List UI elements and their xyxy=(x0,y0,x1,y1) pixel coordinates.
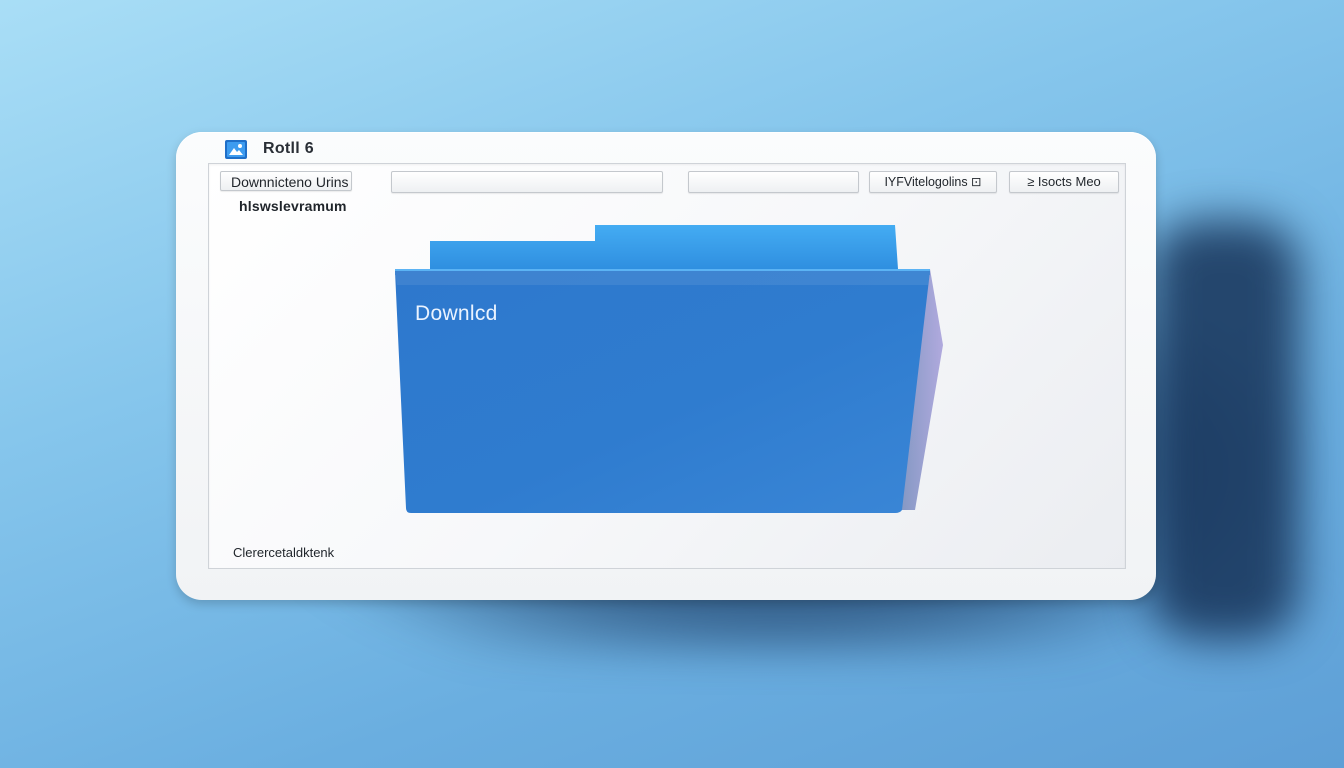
folder-label: Downlcd xyxy=(415,302,498,325)
app-icon xyxy=(225,140,247,159)
search-field[interactable] xyxy=(391,171,663,193)
view-options-button[interactable]: IYFVitelogolins ⊡ xyxy=(869,171,997,193)
app-window: Rotll 6 Downnicteno Urins IYFVitelogolin… xyxy=(176,132,1156,600)
downloads-button[interactable]: Downnicteno Urins xyxy=(220,171,352,191)
status-bar-text: Clerercetaldktenk xyxy=(233,545,335,560)
background-shadow-right xyxy=(1150,220,1300,640)
window-title: Rotll 6 xyxy=(263,140,314,157)
content-panel: Downnicteno Urins IYFVitelogolins ⊡ ≥ Is… xyxy=(208,163,1126,569)
section-label: hlswslevramum xyxy=(239,198,347,214)
path-field[interactable] xyxy=(688,171,859,193)
folder-icon xyxy=(395,225,943,513)
downloads-folder[interactable]: Downlcd xyxy=(395,225,955,525)
sort-button[interactable]: ≥ Isocts Meo xyxy=(1009,171,1119,193)
